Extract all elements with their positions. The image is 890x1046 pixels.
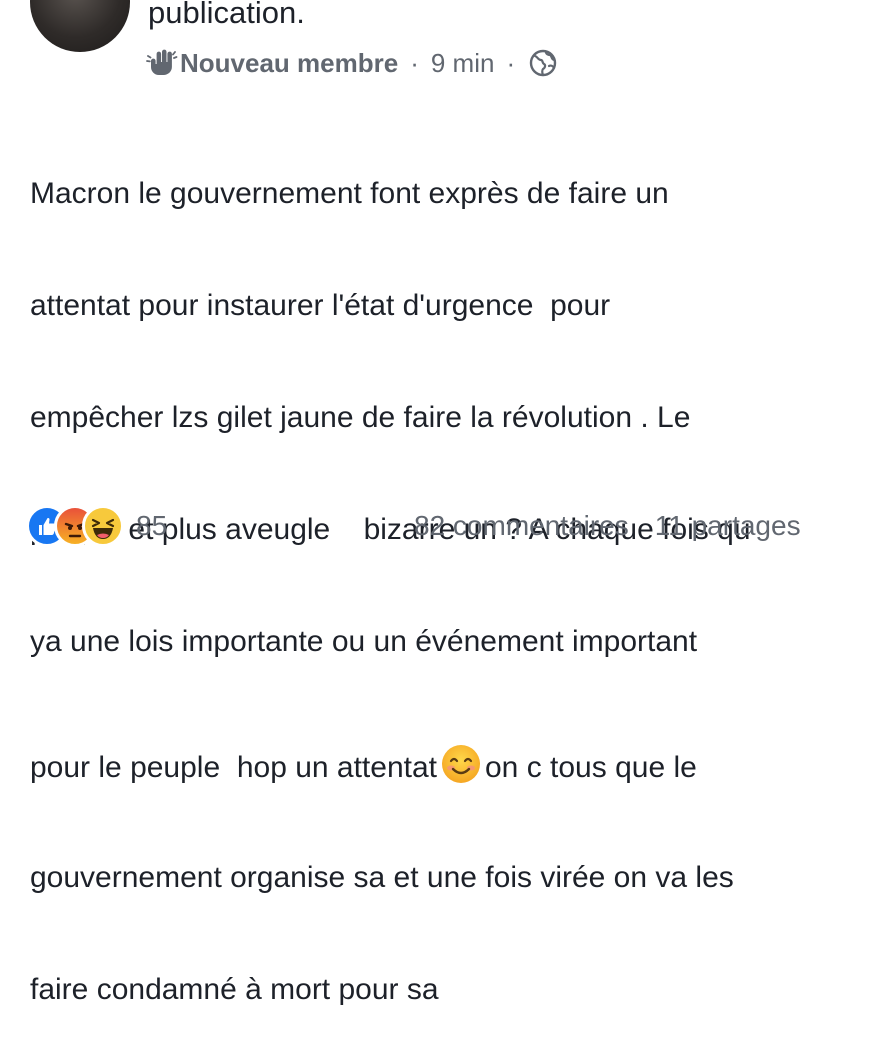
- post-time[interactable]: 9 min: [431, 48, 495, 79]
- header-text: publication.: [148, 0, 305, 30]
- comments-count-link[interactable]: 82 commentaires: [414, 510, 629, 542]
- reaction-count[interactable]: 85: [136, 510, 167, 542]
- post-body: Macron le gouvernement font exprès de fa…: [30, 104, 890, 1046]
- new-member-badge[interactable]: Nouveau membre: [180, 48, 398, 79]
- post-line: gouvernement organise sa et une fois vir…: [30, 861, 734, 894]
- post-line: ya une lois importante ou un événement i…: [30, 625, 698, 658]
- post-line: attentat pour instaurer l'état d'urgence…: [30, 289, 611, 322]
- post-line-part: pour le peuple hop un attentat: [30, 751, 437, 784]
- smiling-face-emoji-icon: [441, 744, 481, 784]
- reactions-summary[interactable]: 85: [26, 504, 167, 548]
- globe-icon[interactable]: [529, 49, 557, 77]
- post-line: empêcher lzs gilet jaune de faire la rév…: [30, 401, 691, 434]
- post-line-with-emoji: pour le peuple hop un attentat on c tous…: [30, 744, 890, 788]
- shares-count-link[interactable]: 11 partages: [655, 510, 801, 542]
- avatar[interactable]: [30, 0, 130, 52]
- post-line: faire condamné à mort pour sa: [30, 973, 439, 1006]
- separator-dot: ·: [506, 47, 516, 78]
- separator-dot: ·: [410, 47, 419, 78]
- post-line-part: on c tous que le: [485, 751, 697, 784]
- haha-reaction-icon: [82, 505, 124, 547]
- post-meta: Nouveau membre · 9 min ·: [146, 46, 557, 80]
- wave-hand-icon: [146, 48, 178, 78]
- post-stats: 82 commentaires 11 partages: [414, 504, 801, 548]
- post-line: Macron le gouvernement font exprès de fa…: [30, 177, 669, 210]
